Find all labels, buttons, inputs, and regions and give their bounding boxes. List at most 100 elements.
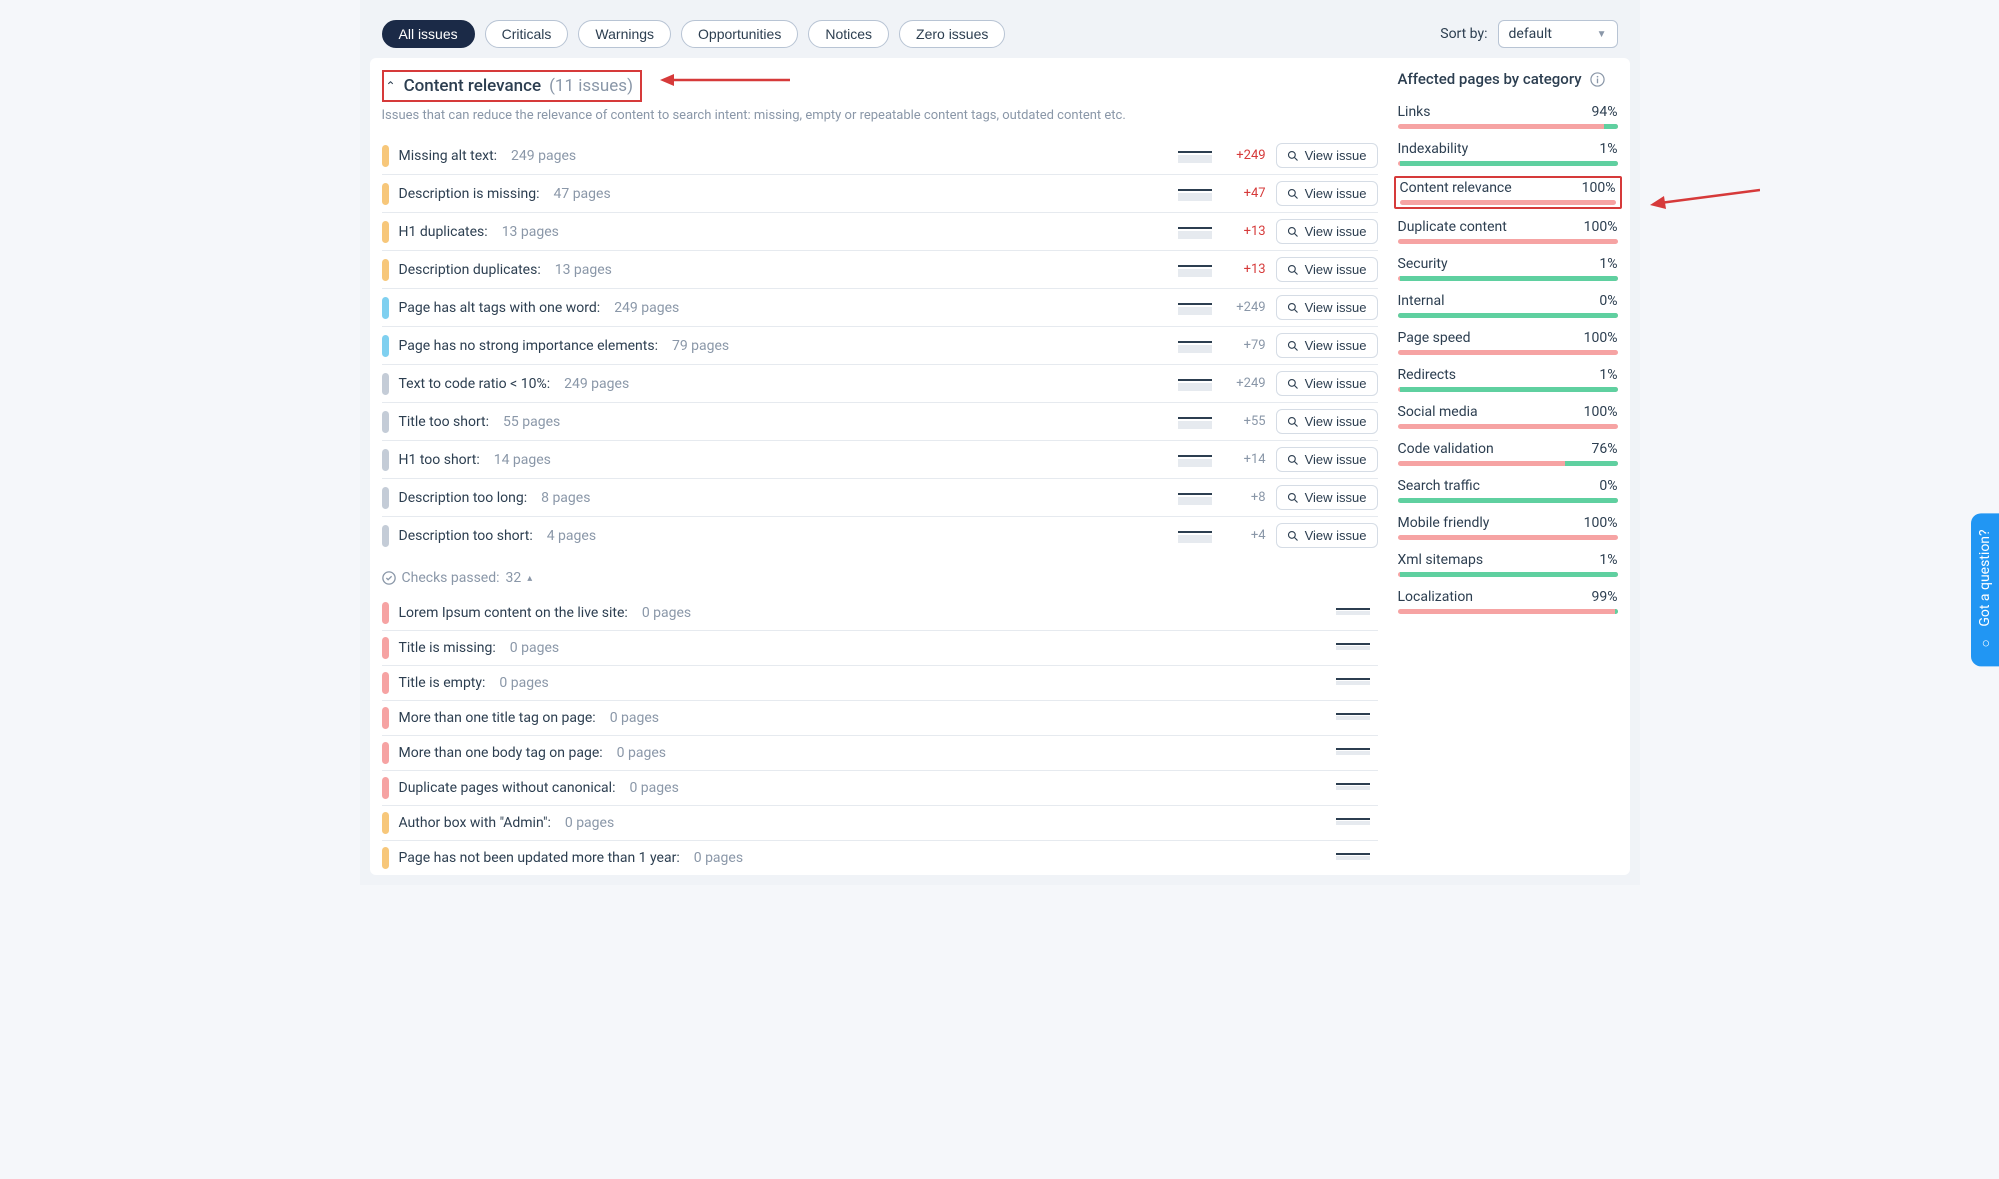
filter-pill-warnings[interactable]: Warnings — [578, 20, 671, 48]
section-header[interactable]: ⌃ Content relevance (11 issues) — [382, 70, 642, 102]
sparkline-icon — [1336, 641, 1370, 655]
sort-select[interactable]: default ▼ — [1498, 20, 1618, 48]
category-item-internal[interactable]: Internal0% — [1398, 293, 1618, 318]
passed-row: More than one body tag on page0 pages — [382, 736, 1378, 771]
category-bar — [1398, 387, 1618, 392]
category-item-indexability[interactable]: Indexability1% — [1398, 141, 1618, 166]
view-issue-button[interactable]: View issue — [1276, 371, 1378, 396]
issue-delta: +14 — [1222, 452, 1266, 467]
info-icon[interactable] — [1590, 72, 1605, 87]
sidebar-title-row: Affected pages by category — [1398, 70, 1618, 88]
issue-row: Description is missing47 pages+47View is… — [382, 175, 1378, 213]
issue-issue-name[interactable]: Page has not been updated more than 1 ye… — [399, 850, 680, 866]
issue-name[interactable]: Description too long — [399, 490, 528, 506]
sparkline-icon — [1336, 851, 1370, 865]
sparkline-icon — [1178, 491, 1212, 505]
filter-pills: All issues Criticals Warnings Opportunities… — [382, 20, 1006, 48]
category-item-security[interactable]: Security1% — [1398, 256, 1618, 281]
issue-name[interactable]: Description duplicates — [399, 262, 541, 278]
category-item-content-relevance[interactable]: Content relevance100% — [1394, 176, 1622, 209]
category-percent: 100% — [1584, 330, 1618, 346]
category-item-localization[interactable]: Localization99% — [1398, 589, 1618, 614]
filter-pill-zero-issues[interactable]: Zero issues — [899, 20, 1005, 48]
sparkline-icon — [1336, 781, 1370, 795]
view-issue-label: View issue — [1305, 148, 1367, 163]
category-item-duplicate-content[interactable]: Duplicate content100% — [1398, 219, 1618, 244]
category-percent: 0% — [1599, 293, 1617, 309]
category-item-xml-sitemaps[interactable]: Xml sitemaps1% — [1398, 552, 1618, 577]
severity-pill — [382, 707, 389, 729]
issue-page-count: 249 pages — [614, 300, 679, 316]
category-name: Mobile friendly — [1398, 515, 1490, 531]
category-name: Indexability — [1398, 141, 1469, 157]
issue-delta: +79 — [1222, 338, 1266, 353]
sparkline-icon — [1178, 453, 1212, 467]
view-issue-button[interactable]: View issue — [1276, 523, 1378, 548]
issue-issue-name[interactable]: Duplicate pages without canonical — [399, 780, 616, 796]
issue-page-count: 13 pages — [502, 224, 559, 240]
search-icon — [1287, 302, 1299, 314]
issue-name[interactable]: H1 duplicates — [399, 224, 488, 240]
category-name: Localization — [1398, 589, 1474, 605]
issue-name[interactable]: Description is missing — [399, 186, 540, 202]
severity-pill — [382, 183, 389, 205]
severity-pill — [382, 525, 389, 547]
issue-issue-name[interactable]: Author box with "Admin" — [399, 815, 551, 831]
help-button[interactable]: Got a question? ○ — [1971, 513, 1999, 666]
view-issue-button[interactable]: View issue — [1276, 333, 1378, 358]
filter-pill-all-issues[interactable]: All issues — [382, 20, 475, 48]
issue-name[interactable]: Page has no strong importance elements — [399, 338, 658, 354]
category-percent: 100% — [1584, 515, 1618, 531]
issue-issue-name[interactable]: More than one body tag on page — [399, 745, 603, 761]
category-bar — [1400, 200, 1616, 205]
category-bar — [1398, 535, 1618, 540]
view-issue-button[interactable]: View issue — [1276, 257, 1378, 282]
passed-row: Title is empty0 pages — [382, 666, 1378, 701]
category-item-search-traffic[interactable]: Search traffic0% — [1398, 478, 1618, 503]
filter-pill-criticals[interactable]: Criticals — [485, 20, 569, 48]
category-item-page-speed[interactable]: Page speed 100% — [1398, 330, 1618, 355]
passed-row: Duplicate pages without canonical0 pages — [382, 771, 1378, 806]
category-name: Code validation — [1398, 441, 1494, 457]
issue-issue-name[interactable]: Title is missing — [399, 640, 496, 656]
category-item-redirects[interactable]: Redirects1% — [1398, 367, 1618, 392]
view-issue-button[interactable]: View issue — [1276, 181, 1378, 206]
filter-pill-notices[interactable]: Notices — [808, 20, 889, 48]
issue-name[interactable]: Title too short — [399, 414, 490, 430]
search-icon — [1287, 492, 1299, 504]
passed-row: Lorem Ipsum content on the live site0 pa… — [382, 596, 1378, 631]
issue-issue-name[interactable]: More than one title tag on page — [399, 710, 596, 726]
issue-name[interactable]: Text to code ratio < 10% — [399, 376, 551, 392]
category-item-mobile-friendly[interactable]: Mobile friendly 100% — [1398, 515, 1618, 540]
category-item-code-validation[interactable]: Code validation76% — [1398, 441, 1618, 466]
view-issue-button[interactable]: View issue — [1276, 143, 1378, 168]
category-item-links[interactable]: Links94% — [1398, 104, 1618, 129]
search-icon — [1287, 454, 1299, 466]
view-issue-label: View issue — [1305, 300, 1367, 315]
view-issue-button[interactable]: View issue — [1276, 409, 1378, 434]
issue-issue-name[interactable]: Title is empty — [399, 675, 486, 691]
view-issue-button[interactable]: View issue — [1276, 219, 1378, 244]
view-issue-label: View issue — [1305, 414, 1367, 429]
category-name: Page speed — [1398, 330, 1471, 346]
checks-passed-toggle[interactable]: Checks passed: 32 ▴ — [382, 570, 1378, 586]
view-issue-button[interactable]: View issue — [1276, 447, 1378, 472]
issue-issue-name[interactable]: Lorem Ipsum content on the live site — [399, 605, 628, 621]
view-issue-button[interactable]: View issue — [1276, 485, 1378, 510]
issue-page-count: 79 pages — [672, 338, 729, 354]
filter-pill-opportunities[interactable]: Opportunities — [681, 20, 798, 48]
category-percent: 1% — [1599, 256, 1617, 272]
sparkline-icon — [1178, 415, 1212, 429]
search-icon — [1287, 150, 1299, 162]
passed-row: Title is missing0 pages — [382, 631, 1378, 666]
issue-name[interactable]: Missing alt text — [399, 148, 498, 164]
issue-row: Missing alt text249 pages+249View issue — [382, 137, 1378, 175]
category-bar — [1398, 461, 1618, 466]
category-item-social-media[interactable]: Social media100% — [1398, 404, 1618, 429]
issue-name[interactable]: Page has alt tags with one word — [399, 300, 601, 316]
issue-name[interactable]: H1 too short — [399, 452, 480, 468]
view-issue-button[interactable]: View issue — [1276, 295, 1378, 320]
issue-name[interactable]: Description too short — [399, 528, 533, 544]
issue-page-count: 14 pages — [494, 452, 551, 468]
category-name: Xml sitemaps — [1398, 552, 1484, 568]
